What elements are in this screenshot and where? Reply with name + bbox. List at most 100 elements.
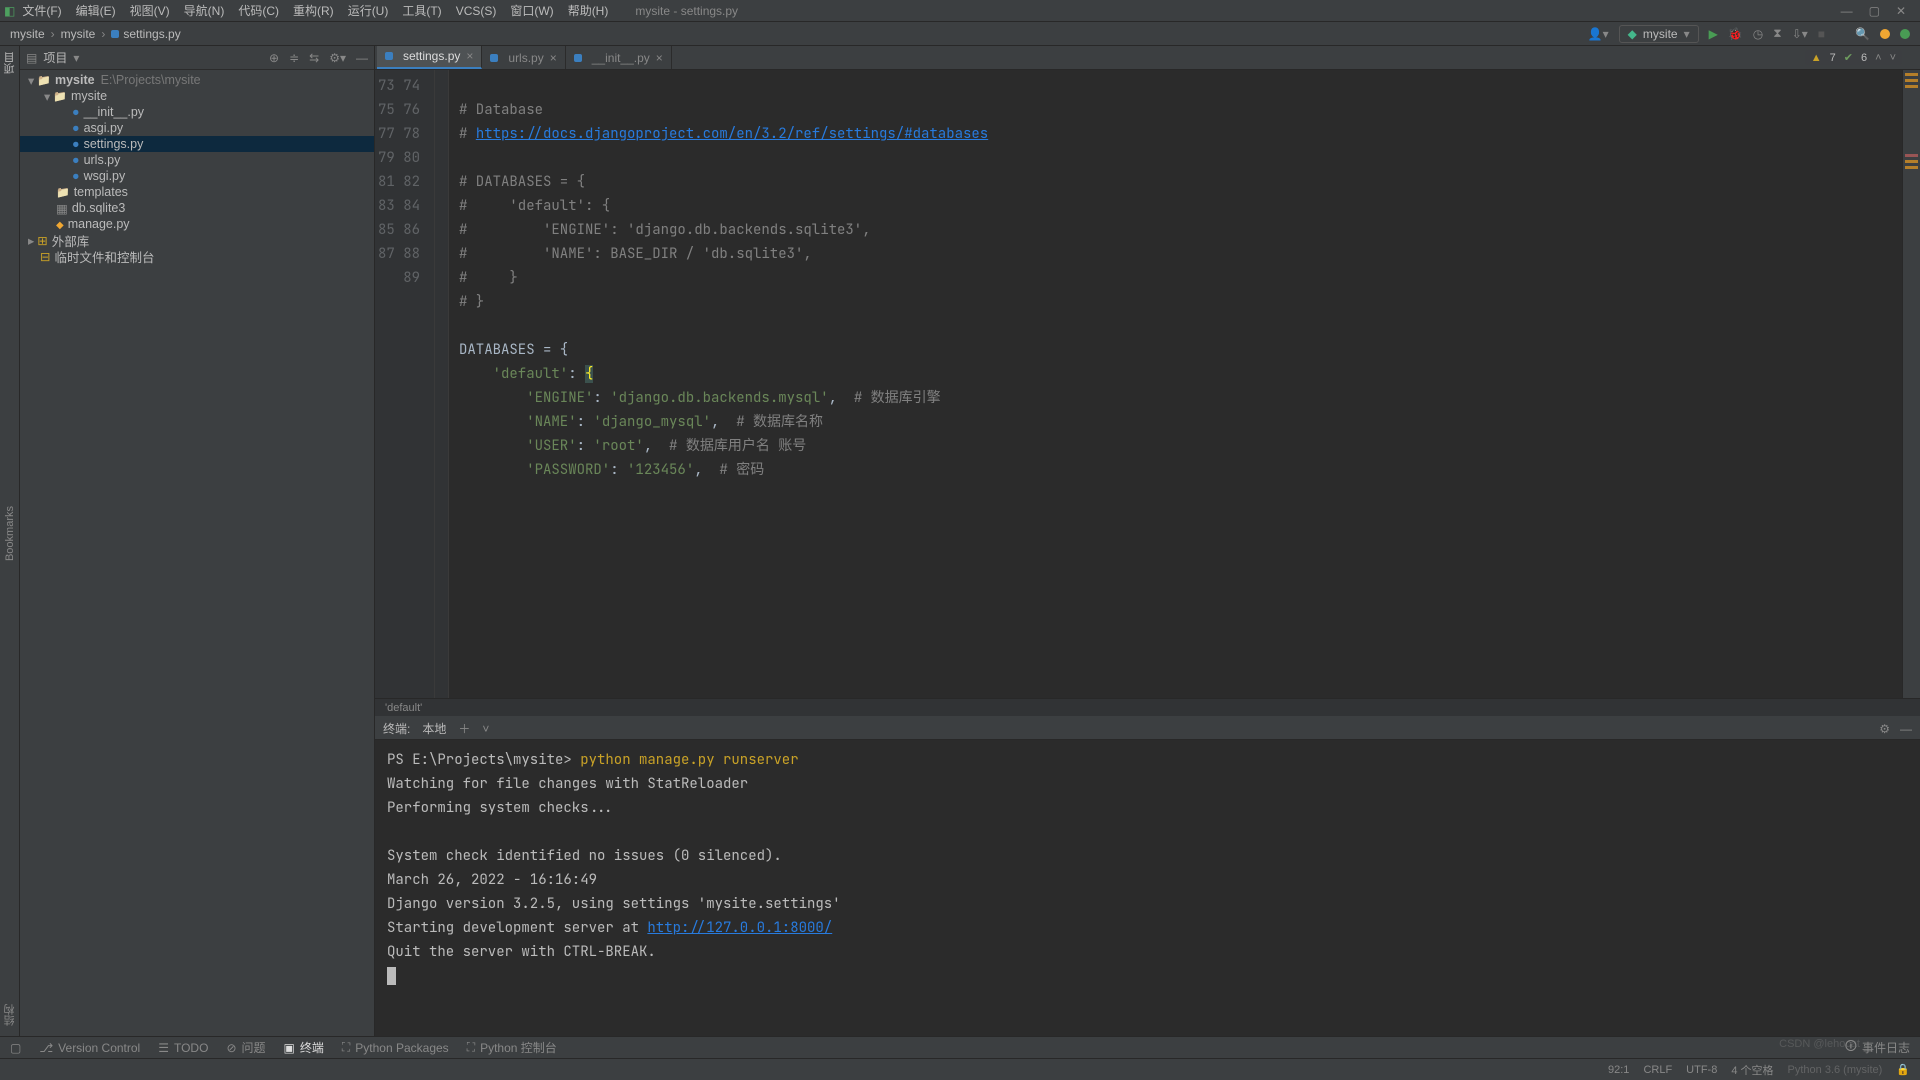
tree-file[interactable]: wsgi.py bbox=[20, 168, 374, 184]
menu-edit[interactable]: 编辑(E) bbox=[69, 2, 123, 19]
hide-terminal-button[interactable]: — bbox=[1900, 722, 1912, 736]
tab-settings[interactable]: settings.py × bbox=[377, 46, 482, 69]
typo-count: 6 bbox=[1861, 52, 1867, 64]
python-file-icon bbox=[490, 54, 498, 62]
server-url-link[interactable]: http://127.0.0.1:8000/ bbox=[647, 919, 832, 937]
breadcrumb-root[interactable]: mysite bbox=[10, 27, 45, 41]
tree-file-selected[interactable]: settings.py bbox=[20, 136, 374, 152]
structure-tool-button[interactable]: 结构 bbox=[2, 1004, 18, 1026]
chevron-down-icon[interactable]: ˅ bbox=[1890, 52, 1896, 64]
project-tool-button[interactable]: 项目 bbox=[2, 52, 18, 74]
project-panel-icon: ▤ bbox=[26, 51, 37, 65]
settings-gear-icon[interactable]: ⚙▾ bbox=[329, 51, 346, 65]
menu-navigate[interactable]: 导航(N) bbox=[177, 2, 232, 19]
status-lock-icon[interactable]: 🔒 bbox=[1896, 1063, 1910, 1076]
terminal-settings-icon[interactable]: ⚙ bbox=[1879, 722, 1890, 736]
warning-count: 7 bbox=[1830, 52, 1836, 64]
minimize-button[interactable]: — bbox=[1841, 4, 1853, 18]
tw-problems[interactable]: ⊘ 问题 bbox=[226, 1039, 265, 1056]
tw-python-console[interactable]: ⛶ Python 控制台 bbox=[467, 1039, 557, 1056]
status-interpreter[interactable]: Python 3.6 (mysite) bbox=[1788, 1064, 1883, 1076]
code-editor[interactable]: # Database # https://docs.djangoproject.… bbox=[449, 70, 1902, 698]
terminal-tab-local[interactable]: 本地 bbox=[422, 720, 446, 737]
stop-button[interactable]: ■ bbox=[1818, 27, 1825, 41]
breadcrumb-pkg[interactable]: mysite bbox=[61, 27, 96, 41]
tab-init[interactable]: __init__.py × bbox=[566, 46, 672, 69]
expand-all-button[interactable]: ≑ bbox=[289, 51, 299, 65]
tree-package[interactable]: mysite bbox=[20, 88, 374, 104]
bottom-toolwindow-bar: ▢ ⎇ Version Control ☰ TODO ⊘ 问题 ▣ 终端 ⛶ P… bbox=[0, 1036, 1920, 1058]
feedback-button[interactable] bbox=[1900, 29, 1910, 39]
tw-version-control[interactable]: ⎇ Version Control bbox=[39, 1041, 140, 1055]
run-coverage-button[interactable]: ◷ bbox=[1753, 27, 1763, 41]
select-opened-file-button[interactable]: ⊕ bbox=[269, 51, 279, 65]
menu-refactor[interactable]: 重构(R) bbox=[286, 2, 341, 19]
tab-label: settings.py bbox=[403, 49, 460, 63]
close-tab-icon[interactable]: × bbox=[466, 49, 473, 63]
tree-file[interactable]: asgi.py bbox=[20, 120, 374, 136]
menu-file[interactable]: 文件(F) bbox=[15, 2, 68, 19]
tab-label: urls.py bbox=[508, 51, 543, 65]
editor-area: settings.py × urls.py × __init__.py × ▲ 7… bbox=[375, 46, 1920, 1036]
project-tree[interactable]: mysite E:\Projects\mysite mysite __init_… bbox=[20, 70, 374, 1036]
warning-icon: ▲ bbox=[1811, 52, 1822, 64]
menu-run[interactable]: 运行(U) bbox=[341, 2, 396, 19]
breadcrumb: mysite mysite settings.py bbox=[10, 27, 181, 41]
add-terminal-button[interactable]: ＋ bbox=[458, 720, 470, 737]
status-line-separator[interactable]: CRLF bbox=[1643, 1064, 1672, 1076]
titlebar: ◧ 文件(F) 编辑(E) 视图(V) 导航(N) 代码(C) 重构(R) 运行… bbox=[0, 0, 1920, 22]
close-tab-icon[interactable]: × bbox=[550, 51, 557, 65]
breadcrumb-file[interactable]: settings.py bbox=[111, 27, 180, 41]
bookmarks-tool-button[interactable]: Bookmarks bbox=[4, 506, 16, 561]
tree-file[interactable]: urls.py bbox=[20, 152, 374, 168]
menu-code[interactable]: 代码(C) bbox=[231, 2, 286, 19]
status-encoding[interactable]: UTF-8 bbox=[1686, 1064, 1717, 1076]
ide-settings-button[interactable] bbox=[1880, 29, 1890, 39]
error-stripe[interactable] bbox=[1902, 70, 1920, 698]
window-controls: — ▢ ✕ bbox=[1841, 4, 1916, 18]
window-title: mysite - settings.py bbox=[615, 4, 1840, 18]
navigation-bar: mysite mysite settings.py 👤▾ ◆ mysite ▾ … bbox=[0, 22, 1920, 46]
menu-vcs[interactable]: VCS(S) bbox=[449, 4, 504, 18]
tree-root[interactable]: mysite E:\Projects\mysite bbox=[20, 72, 374, 88]
close-button[interactable]: ✕ bbox=[1896, 4, 1906, 18]
inspection-indicator[interactable]: ▲7 ✔6 ˄ ˅ bbox=[1805, 50, 1902, 65]
user-icon[interactable]: 👤▾ bbox=[1588, 27, 1609, 41]
editor-breadcrumb[interactable]: 'default' bbox=[375, 698, 1920, 716]
hide-panel-button[interactable]: — bbox=[356, 51, 368, 65]
collapse-all-button[interactable]: ⇆ bbox=[309, 51, 319, 65]
tree-db-file[interactable]: db.sqlite3 bbox=[20, 200, 374, 216]
tab-urls[interactable]: urls.py × bbox=[482, 46, 565, 69]
project-view-dropdown[interactable]: ▾ bbox=[73, 51, 79, 65]
menu-window[interactable]: 窗口(W) bbox=[503, 2, 560, 19]
close-tab-icon[interactable]: × bbox=[656, 51, 663, 65]
stripe-button[interactable]: ▢ bbox=[10, 1041, 21, 1055]
tw-terminal[interactable]: ▣ 终端 bbox=[284, 1039, 324, 1056]
chevron-down-icon: ▾ bbox=[1684, 27, 1690, 41]
tab-label: __init__.py bbox=[592, 51, 650, 65]
python-file-icon bbox=[574, 54, 582, 62]
run-config-label: mysite bbox=[1643, 27, 1678, 41]
terminal-dropdown[interactable]: ˅ bbox=[482, 722, 489, 736]
line-gutter[interactable]: 73 74 75 76 77 78 79 80 81 82 83 84 85 8… bbox=[375, 70, 435, 698]
search-everywhere-button[interactable]: 🔍 bbox=[1855, 27, 1870, 41]
run-config-selector[interactable]: ◆ mysite ▾ bbox=[1619, 25, 1699, 43]
profile-button[interactable]: ⧗ bbox=[1773, 26, 1781, 41]
menu-help[interactable]: 帮助(H) bbox=[561, 2, 616, 19]
fold-gutter[interactable] bbox=[435, 70, 449, 698]
status-caret-position[interactable]: 92:1 bbox=[1608, 1064, 1629, 1076]
status-indent[interactable]: 4 个空格 bbox=[1731, 1062, 1773, 1078]
tree-folder[interactable]: templates bbox=[20, 184, 374, 200]
tw-todo[interactable]: ☰ TODO bbox=[158, 1041, 208, 1055]
menu-view[interactable]: 视图(V) bbox=[123, 2, 177, 19]
run-button[interactable]: ▶ bbox=[1709, 27, 1718, 41]
attach-button[interactable]: ⇩▾ bbox=[1792, 27, 1808, 41]
tw-python-packages[interactable]: ⛶ Python Packages bbox=[342, 1040, 449, 1055]
menu-tools[interactable]: 工具(T) bbox=[395, 2, 448, 19]
chevron-up-icon[interactable]: ˄ bbox=[1875, 52, 1881, 64]
maximize-button[interactable]: ▢ bbox=[1869, 4, 1880, 18]
terminal-output[interactable]: PS E:\Projects\mysite> python manage.py … bbox=[375, 740, 1920, 1036]
tree-file[interactable]: __init__.py bbox=[20, 104, 374, 120]
tree-scratches[interactable]: ⊟临时文件和控制台 bbox=[20, 248, 374, 264]
debug-button[interactable]: 🐞 bbox=[1728, 27, 1743, 41]
